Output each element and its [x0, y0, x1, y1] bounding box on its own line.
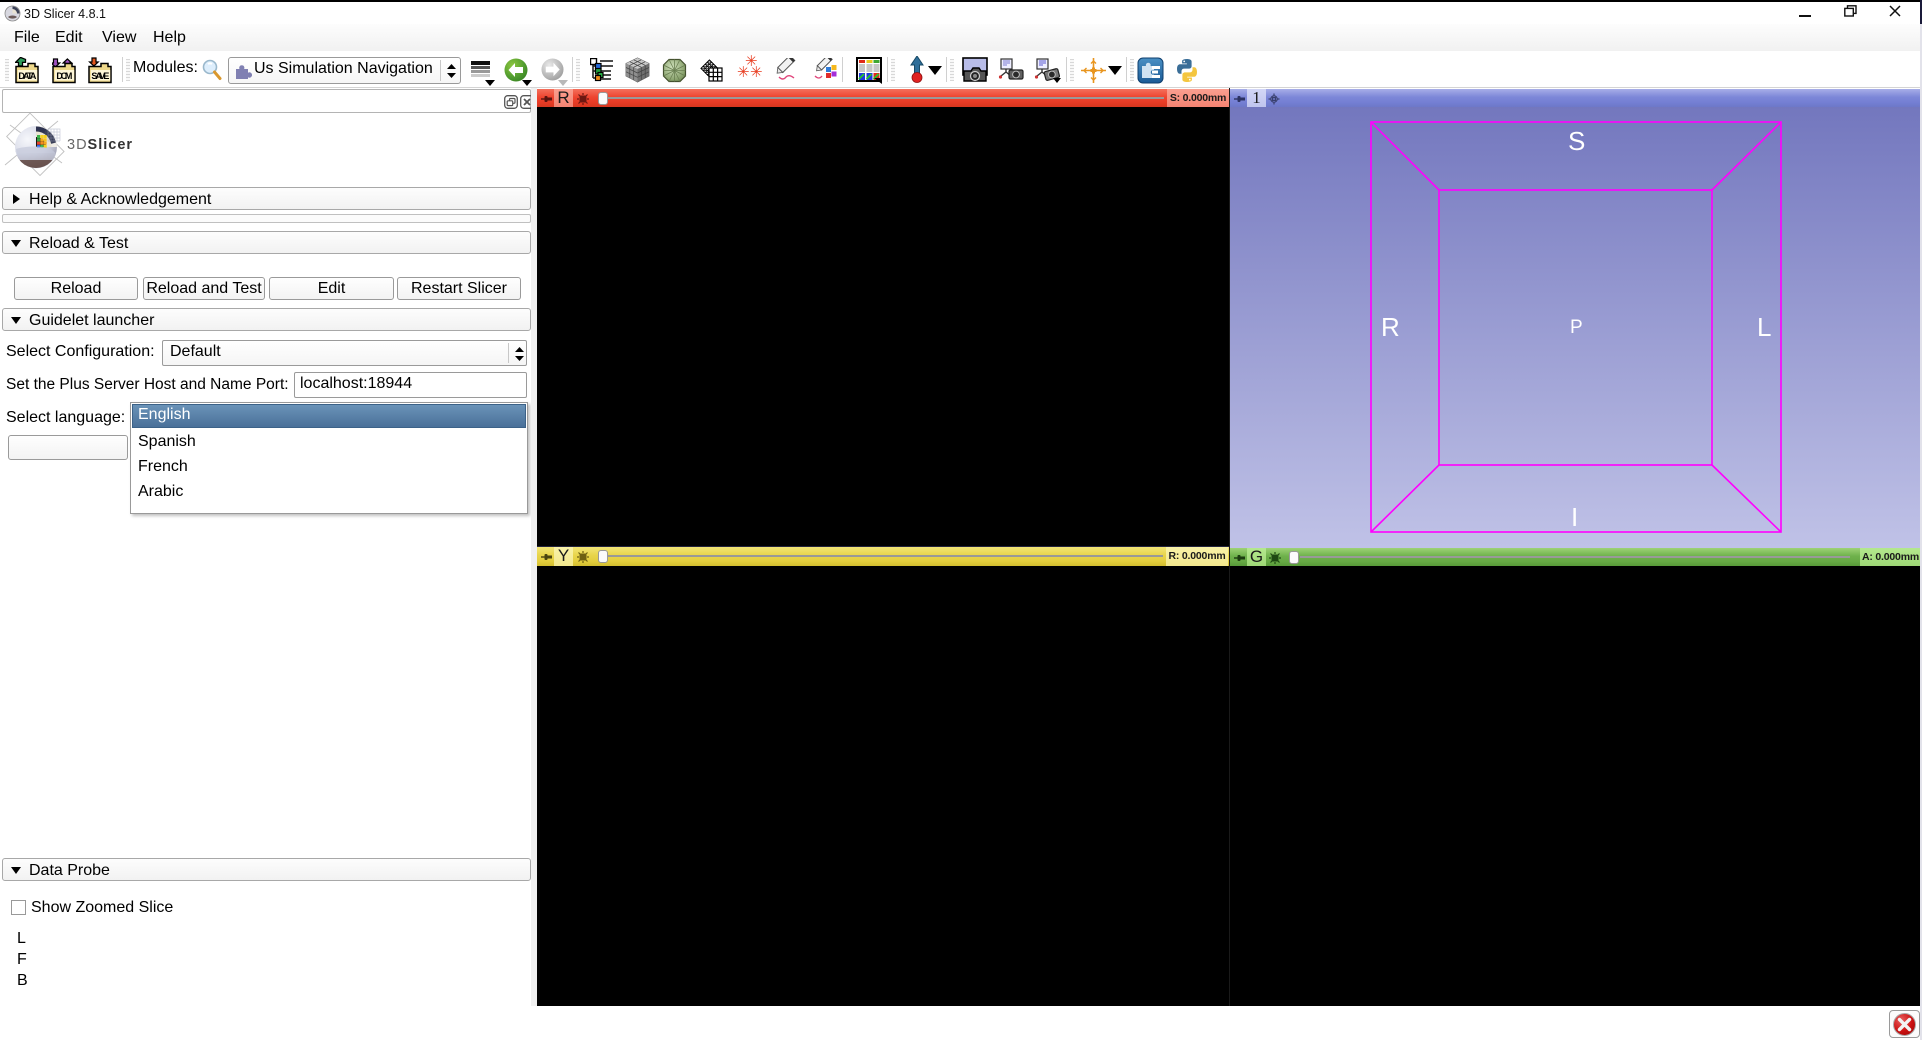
svg-text:R: R — [1381, 312, 1400, 342]
svg-text:P: P — [1570, 317, 1583, 338]
svg-text:SAVE: SAVE — [91, 71, 109, 81]
svg-text:I: I — [1571, 502, 1578, 532]
svg-text:L: L — [1757, 312, 1771, 342]
svg-text:DATA: DATA — [18, 71, 37, 81]
svg-text:S: S — [1568, 126, 1585, 156]
svg-text:DCM: DCM — [56, 71, 72, 81]
